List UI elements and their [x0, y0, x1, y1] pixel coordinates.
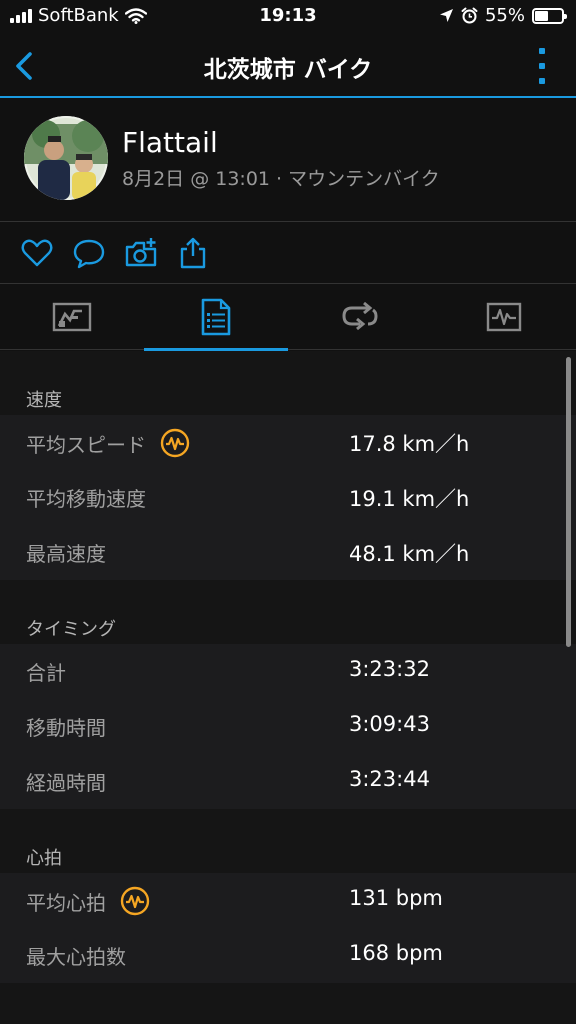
scrollbar[interactable] — [566, 357, 571, 647]
heart-icon[interactable] — [20, 236, 54, 270]
heart-rate-zone-icon[interactable] — [160, 428, 190, 458]
charts-icon — [486, 302, 522, 332]
stat-label-wrap: 最高速度 — [26, 538, 106, 567]
section-title-partial — [0, 983, 576, 1024]
overview-icon — [52, 302, 92, 332]
stat-row: 最大心拍数 168 bpm — [0, 928, 576, 983]
stat-label: 平均スピード — [26, 432, 146, 457]
back-icon[interactable] — [8, 46, 44, 86]
section-title: タイミング — [26, 619, 116, 640]
heart-rate-zone-icon[interactable] — [120, 886, 150, 916]
stat-label-wrap: 平均移動速度 — [26, 483, 146, 512]
avatar-photo — [24, 116, 108, 200]
more-options-icon[interactable] — [536, 48, 548, 84]
stat-label-wrap: 経過時間 — [26, 767, 106, 796]
stats-sections: 速度平均スピード 17.8 km／h 平均移動速度 19.1 km／h 最高速度 48.1… — [0, 351, 576, 1024]
battery-percent: 55% — [484, 5, 525, 26]
stat-value: 19.1 km／h — [349, 487, 470, 511]
section-title: 速度 — [26, 390, 62, 411]
activity-meta: 8月2日 @ 13:01 · マウンテンバイク — [122, 168, 440, 190]
stat-label: 経過時間 — [26, 771, 106, 795]
stat-label: 平均移動速度 — [26, 487, 146, 511]
stat-value: 168 bpm — [349, 941, 443, 965]
tab-overview[interactable] — [0, 284, 144, 350]
section-rows: 平均心拍 131 bpm 最大心拍数 168 bpm — [0, 873, 576, 983]
action-bar — [0, 222, 576, 284]
stat-row: 移動時間 3:09:43 — [0, 699, 576, 754]
stat-value: 3:23:32 — [349, 657, 430, 681]
tab-stats[interactable] — [144, 284, 288, 351]
status-right: 55% — [439, 5, 567, 26]
section-rows: 平均スピード 17.8 km／h 平均移動速度 19.1 km／h 最高速度 48.1 k… — [0, 415, 576, 580]
stat-label: 最高速度 — [26, 542, 106, 566]
stat-label-wrap: 合計 — [26, 657, 66, 686]
activity-header: Flattail 8月2日 @ 13:01 · マウンテンバイク — [0, 100, 576, 222]
stat-label: 平均心拍 — [26, 890, 106, 915]
status-bar: SoftBank 19:13 55% — [0, 0, 576, 34]
stat-label-wrap: 平均心拍 — [26, 886, 150, 916]
user-name[interactable]: Flattail — [122, 126, 218, 159]
stat-row: 経過時間 3:23:44 — [0, 754, 576, 809]
stat-row: 平均心拍 131 bpm — [0, 873, 576, 928]
alarm-icon — [461, 7, 478, 24]
stat-value: 17.8 km／h — [349, 432, 470, 456]
stat-row: 平均スピード 17.8 km／h — [0, 415, 576, 470]
stat-label-wrap: 平均スピード — [26, 428, 190, 458]
laps-icon — [342, 302, 378, 331]
nav-bar: 北茨城市 バイク — [0, 34, 576, 98]
stat-value: 3:23:44 — [349, 767, 430, 791]
stats-content[interactable]: 速度平均スピード 17.8 km／h 平均移動速度 19.1 km／h 最高速度 48.1… — [0, 351, 576, 1024]
stat-row: 平均移動速度 19.1 km／h — [0, 470, 576, 525]
stat-row: 合計 3:23:32 — [0, 644, 576, 699]
section-rows: 合計 3:23:32 移動時間 3:09:43 経過時間 3:23:44 — [0, 644, 576, 809]
camera-add-icon[interactable] — [124, 236, 158, 270]
page-title: 北茨城市 バイク — [203, 57, 373, 83]
avatar[interactable] — [24, 116, 108, 200]
tab-bar — [0, 284, 576, 351]
stat-label-wrap: 最大心拍数 — [26, 941, 126, 970]
stat-value: 131 bpm — [349, 886, 443, 910]
stat-label: 合計 — [26, 661, 66, 685]
battery-icon — [532, 7, 567, 24]
location-arrow-icon — [439, 9, 453, 22]
stat-row: 最高速度 48.1 km／h — [0, 525, 576, 580]
battery-fill — [535, 10, 549, 21]
tab-laps[interactable] — [288, 284, 432, 350]
section-title: 心拍 — [26, 848, 62, 869]
stat-value: 48.1 km／h — [349, 542, 470, 566]
share-icon[interactable] — [176, 236, 210, 270]
stat-label-wrap: 移動時間 — [26, 712, 106, 741]
stats-icon — [201, 298, 231, 336]
tab-charts[interactable] — [432, 284, 576, 350]
stat-label: 移動時間 — [26, 716, 106, 740]
comment-icon[interactable] — [72, 236, 106, 270]
stat-label: 最大心拍数 — [26, 945, 126, 969]
stat-value: 3:09:43 — [349, 712, 430, 736]
